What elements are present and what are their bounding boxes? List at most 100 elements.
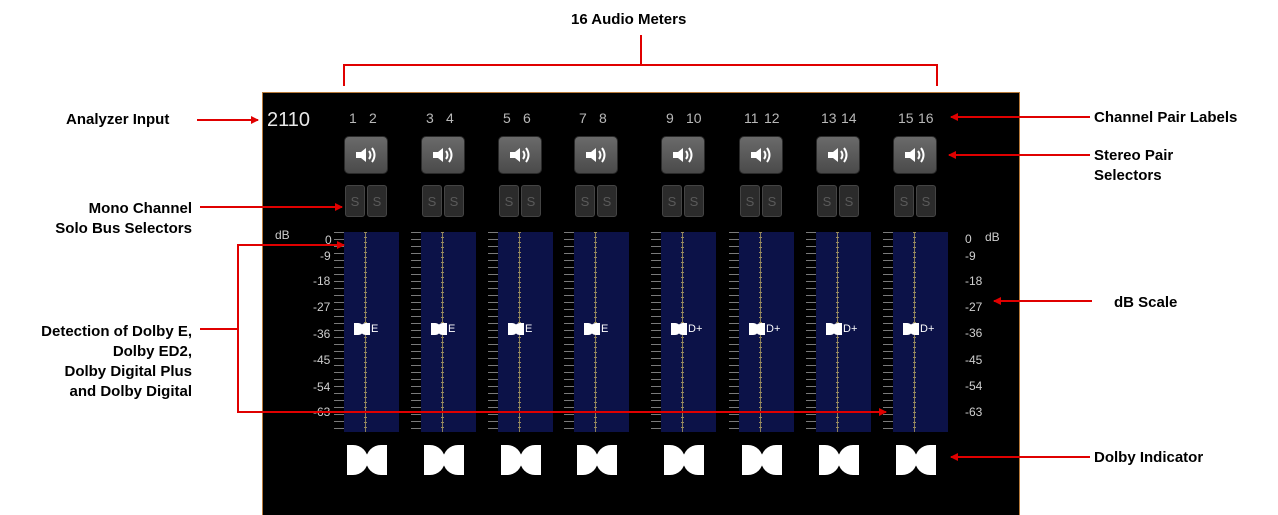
dolby-detect-label: Detection of Dolby E, Dolby ED2, Dolby D… xyxy=(6,322,192,402)
solo-button[interactable]: S xyxy=(345,185,365,217)
meter-side-ticks xyxy=(651,232,661,432)
dolby-small-icon xyxy=(508,323,524,335)
speaker-icon xyxy=(356,147,376,163)
stereo-pair-button[interactable] xyxy=(344,136,388,174)
db-unit-right: dB xyxy=(985,230,1000,244)
db-scale-left-63: -63 xyxy=(313,405,331,419)
db-scale-right-45: -45 xyxy=(965,353,983,367)
dolby-format-text: E xyxy=(371,323,379,335)
dolby-format-tag: D+ xyxy=(671,323,702,335)
channel-label: 16 xyxy=(918,110,934,126)
meter-side-ticks xyxy=(411,232,421,432)
db-scale-right-18: -18 xyxy=(965,274,983,288)
solo-button[interactable]: S xyxy=(817,185,837,217)
analyzer-input-value: 2110 xyxy=(267,109,311,131)
dolby-format-text: D+ xyxy=(688,323,703,335)
meter-side-ticks xyxy=(564,232,574,432)
db-scale-right-63: -63 xyxy=(965,405,983,419)
stereo-pair-button[interactable] xyxy=(739,136,783,174)
solo-button[interactable]: S xyxy=(575,185,595,217)
dolby-format-text: E xyxy=(601,323,609,335)
dolby-small-icon xyxy=(431,323,447,335)
dolby-indicator-icon xyxy=(501,445,541,475)
analyzer-panel: 2110 1 2 S S E 3 4 S S E 5 6 S S E 7 8 S S E 9 10 S S D+ 11 12 S S D+… xyxy=(262,92,1020,515)
channel-label: 1 xyxy=(349,110,357,126)
db-scale-right-54: -54 xyxy=(965,379,983,393)
dolby-small-icon xyxy=(354,323,370,335)
channel-label: 15 xyxy=(898,110,914,126)
stereo-pair-label: Stereo Pair Selectors xyxy=(1094,146,1173,186)
db-scale-left-27: -27 xyxy=(313,300,331,314)
dolby-small-icon xyxy=(826,323,842,335)
stereo-pair-button[interactable] xyxy=(498,136,542,174)
channel-label: 9 xyxy=(666,110,674,126)
channel-label: 5 xyxy=(503,110,511,126)
solo-button[interactable]: S xyxy=(521,185,541,217)
solo-button[interactable]: S xyxy=(367,185,387,217)
title-label: 16 Audio Meters xyxy=(571,11,687,28)
dolby-detect-line-3: Dolby Digital Plus xyxy=(64,363,192,380)
mono-solo-label: Mono Channel Solo Bus Selectors xyxy=(51,199,192,239)
solo-button[interactable]: S xyxy=(684,185,704,217)
audio-meter: D+ xyxy=(739,232,794,432)
dolby-format-text: E xyxy=(525,323,533,335)
dolby-format-tag: E xyxy=(508,323,532,335)
channel-label: 2 xyxy=(369,110,377,126)
channel-pair-labels-label: Channel Pair Labels xyxy=(1094,109,1238,126)
db-scale-left-0: 0 xyxy=(325,233,332,247)
dolby-small-icon xyxy=(749,323,765,335)
stereo-pair-button[interactable] xyxy=(421,136,465,174)
audio-meter: E xyxy=(574,232,629,432)
dolby-small-icon xyxy=(671,323,687,335)
stereo-pair-button[interactable] xyxy=(816,136,860,174)
solo-button[interactable]: S xyxy=(894,185,914,217)
audio-meter: D+ xyxy=(816,232,871,432)
solo-button[interactable]: S xyxy=(422,185,442,217)
channel-label: 14 xyxy=(841,110,857,126)
mono-solo-line-2: Solo Bus Selectors xyxy=(55,220,192,237)
dolby-indicator-icon xyxy=(742,445,782,475)
solo-button[interactable]: S xyxy=(762,185,782,217)
db-scale-left-36: -36 xyxy=(313,327,331,341)
mono-solo-line-1: Mono Channel xyxy=(88,200,192,217)
dolby-small-icon xyxy=(584,323,600,335)
dolby-format-tag: D+ xyxy=(903,323,934,335)
dolby-format-tag: D+ xyxy=(826,323,857,335)
dolby-format-text: D+ xyxy=(920,323,935,335)
db-scale-right-27: -27 xyxy=(965,300,983,314)
dolby-indicator-label: Dolby Indicator xyxy=(1094,449,1204,466)
solo-button[interactable]: S xyxy=(662,185,682,217)
channel-label: 6 xyxy=(523,110,531,126)
channel-label: 4 xyxy=(446,110,454,126)
stereo-pair-button[interactable] xyxy=(893,136,937,174)
dolby-format-text: D+ xyxy=(843,323,858,335)
dolby-detect-line-2: Dolby ED2, xyxy=(112,343,192,360)
solo-button[interactable]: S xyxy=(597,185,617,217)
solo-button[interactable]: S xyxy=(740,185,760,217)
channel-label: 7 xyxy=(579,110,587,126)
db-scale-left-54: -54 xyxy=(313,380,331,394)
db-scale-right-0: 0 xyxy=(965,232,972,246)
dolby-detect-line-1: Detection of Dolby E, xyxy=(41,323,192,340)
db-scale-right-9: -9 xyxy=(965,249,976,263)
speaker-icon xyxy=(751,147,771,163)
channel-label: 12 xyxy=(764,110,780,126)
solo-button[interactable]: S xyxy=(444,185,464,217)
dolby-format-text: D+ xyxy=(766,323,781,335)
solo-button[interactable]: S xyxy=(839,185,859,217)
channel-label: 10 xyxy=(686,110,702,126)
audio-meter: D+ xyxy=(661,232,716,432)
channel-label: 13 xyxy=(821,110,837,126)
solo-button[interactable]: S xyxy=(916,185,936,217)
audio-meter: E xyxy=(498,232,553,432)
meter-side-ticks xyxy=(488,232,498,432)
speaker-icon xyxy=(905,147,925,163)
speaker-icon xyxy=(586,147,606,163)
audio-meter: E xyxy=(344,232,399,432)
dolby-format-text: E xyxy=(448,323,456,335)
dolby-format-tag: D+ xyxy=(749,323,780,335)
solo-button[interactable]: S xyxy=(499,185,519,217)
audio-meter: E xyxy=(421,232,476,432)
stereo-pair-button[interactable] xyxy=(574,136,618,174)
stereo-pair-button[interactable] xyxy=(661,136,705,174)
